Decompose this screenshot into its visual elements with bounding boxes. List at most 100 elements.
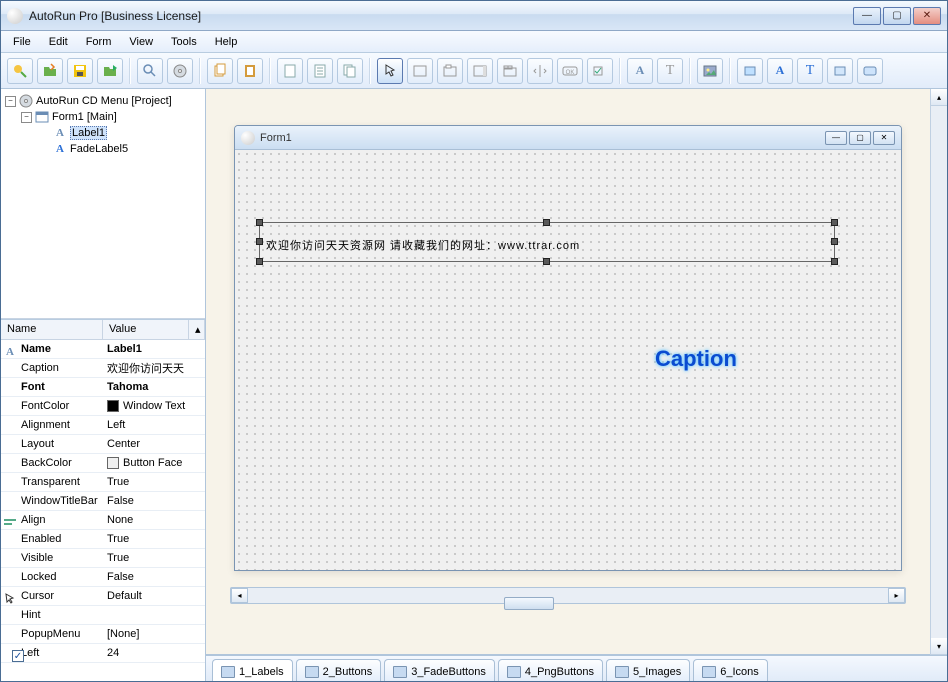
property-row[interactable]: FontTahoma [1, 378, 205, 397]
scroll-down-icon[interactable]: ▾ [931, 638, 947, 655]
toolbar-open-icon[interactable] [37, 58, 63, 84]
property-row[interactable]: AlignmentLeft [1, 416, 205, 435]
toolbar-paste-icon[interactable] [237, 58, 263, 84]
tab-buttons[interactable]: 2_Buttons [296, 659, 382, 681]
tab-images[interactable]: 5_Images [606, 659, 690, 681]
property-value[interactable]: Tahoma [103, 381, 205, 393]
property-row[interactable]: LayoutCenter [1, 435, 205, 454]
property-value[interactable]: True [103, 533, 205, 545]
property-value[interactable]: Label1 [103, 343, 205, 355]
toolbar-splitter-icon[interactable] [527, 58, 553, 84]
toolbar-copy-icon[interactable] [207, 58, 233, 84]
tree-form[interactable]: − Form1 [Main] [1, 109, 205, 125]
property-grid[interactable]: Name Value ▴ ANameLabel1Caption欢迎你访问天天Fo… [1, 319, 205, 681]
selected-label-control[interactable]: 欢迎你访问天天资源网 请收藏我们的网址：www.ttrar.com [259, 222, 835, 262]
property-value[interactable]: Default [103, 590, 205, 602]
scroll-right-icon[interactable]: ▸ [888, 588, 905, 603]
toolbar-checkbox-icon[interactable] [587, 58, 613, 84]
toolbar-run-icon[interactable] [97, 58, 123, 84]
fadelabel-caption[interactable]: Caption [655, 346, 737, 372]
property-value[interactable]: Window Text [103, 400, 205, 412]
form-close-button[interactable]: ✕ [873, 131, 895, 145]
form-max-button[interactable]: ▢ [849, 131, 871, 145]
toolbar-groupbox-icon[interactable] [437, 58, 463, 84]
property-value[interactable]: False [103, 571, 205, 583]
menu-tools[interactable]: Tools [163, 34, 205, 50]
toolbar-label-a-icon[interactable]: A [627, 58, 653, 84]
maximize-button[interactable]: ▢ [883, 7, 911, 25]
property-row[interactable]: AlignNone [1, 511, 205, 530]
toolbar-wizard-icon[interactable] [7, 58, 33, 84]
property-value[interactable]: 欢迎你访问天天 [103, 360, 205, 376]
property-value[interactable]: True [103, 476, 205, 488]
tab-labels[interactable]: 1_Labels [212, 659, 293, 681]
tab-icons[interactable]: 6_Icons [693, 659, 768, 681]
property-row[interactable]: ✓Left24 [1, 644, 205, 663]
tree-item-fadelabel[interactable]: A FadeLabel5 [1, 141, 205, 157]
menu-file[interactable]: File [5, 34, 39, 50]
property-row[interactable]: FontColorWindow Text [1, 397, 205, 416]
scroll-left-icon[interactable]: ◂ [231, 588, 248, 603]
property-value[interactable]: Center [103, 438, 205, 450]
toolbar-page1-icon[interactable] [277, 58, 303, 84]
property-row[interactable]: LockedFalse [1, 568, 205, 587]
tree-root[interactable]: − AutoRun CD Menu [Project] [1, 93, 205, 109]
property-value[interactable]: None [103, 514, 205, 526]
tab-pngbuttons[interactable]: 4_PngButtons [498, 659, 603, 681]
toolbar-okbutton-icon[interactable]: OK [557, 58, 583, 84]
toolbar-bluelabel-icon[interactable]: A [767, 58, 793, 84]
property-row[interactable]: VisibleTrue [1, 549, 205, 568]
form-min-button[interactable]: — [825, 131, 847, 145]
toolbar-cd-icon[interactable] [167, 58, 193, 84]
form-window[interactable]: Form1 — ▢ ✕ [234, 125, 902, 571]
toolbar-bluetext-icon[interactable]: T [797, 58, 823, 84]
scroll-up-icon[interactable]: ▴ [931, 89, 947, 106]
property-value[interactable]: True [103, 552, 205, 564]
property-row[interactable]: EnabledTrue [1, 530, 205, 549]
menu-help[interactable]: Help [207, 34, 246, 50]
project-tree[interactable]: − AutoRun CD Menu [Project] − Form1 [Mai… [1, 89, 205, 319]
property-value[interactable]: Button Face [103, 457, 205, 469]
property-value[interactable]: False [103, 495, 205, 507]
designer-hscrollbar[interactable]: ◂ ▸ [230, 587, 906, 604]
designer-vscrollbar[interactable]: ▴ ▾ [930, 89, 947, 655]
tree-item-label1[interactable]: A Label1 [1, 125, 205, 141]
close-button[interactable]: ✕ [913, 7, 941, 25]
property-value[interactable]: Left [103, 419, 205, 431]
toolbar-shape-icon[interactable] [737, 58, 763, 84]
scroll-thumb[interactable] [504, 597, 554, 610]
toolbar-page3-icon[interactable] [337, 58, 363, 84]
toolbar-image-icon[interactable] [697, 58, 723, 84]
menu-view[interactable]: View [121, 34, 161, 50]
toolbar-tabcontrol-icon[interactable] [497, 58, 523, 84]
property-row[interactable]: Caption欢迎你访问天天 [1, 359, 205, 378]
toolbar-scrollbox-icon[interactable] [467, 58, 493, 84]
property-row[interactable]: BackColorButton Face [1, 454, 205, 473]
toolbar-bluebox-icon[interactable] [827, 58, 853, 84]
toolbar-panel-icon[interactable] [407, 58, 433, 84]
menu-edit[interactable]: Edit [41, 34, 76, 50]
toolbar-pointer-icon[interactable] [377, 58, 403, 84]
form-body[interactable]: 欢迎你访问天天资源网 请收藏我们的网址：www.ttrar.com Captio… [235, 150, 901, 570]
property-row[interactable]: CursorDefault [1, 587, 205, 606]
tab-fadebuttons[interactable]: 3_FadeButtons [384, 659, 495, 681]
toolbar-page2-icon[interactable] [307, 58, 333, 84]
property-row[interactable]: WindowTitleBarFalse [1, 492, 205, 511]
minimize-button[interactable]: — [853, 7, 881, 25]
property-row[interactable]: Hint [1, 606, 205, 625]
form-titlebar[interactable]: Form1 — ▢ ✕ [235, 126, 901, 150]
property-value[interactable]: [None] [103, 628, 205, 640]
designer-canvas[interactable]: Form1 — ▢ ✕ [206, 89, 930, 655]
property-value[interactable]: 24 [103, 647, 205, 659]
property-row[interactable]: ANameLabel1 [1, 340, 205, 359]
menu-form[interactable]: Form [78, 34, 120, 50]
toolbar-text-t-icon[interactable]: T [657, 58, 683, 84]
toolbar-bluebtn-icon[interactable] [857, 58, 883, 84]
property-row[interactable]: TransparentTrue [1, 473, 205, 492]
header-scroll-up[interactable]: ▴ [189, 320, 205, 339]
toolbar-save-icon[interactable] [67, 58, 93, 84]
collapse-icon[interactable]: − [5, 96, 16, 107]
toolbar-zoom-icon[interactable] [137, 58, 163, 84]
collapse-icon[interactable]: − [21, 112, 32, 123]
property-row[interactable]: PopupMenu[None] [1, 625, 205, 644]
